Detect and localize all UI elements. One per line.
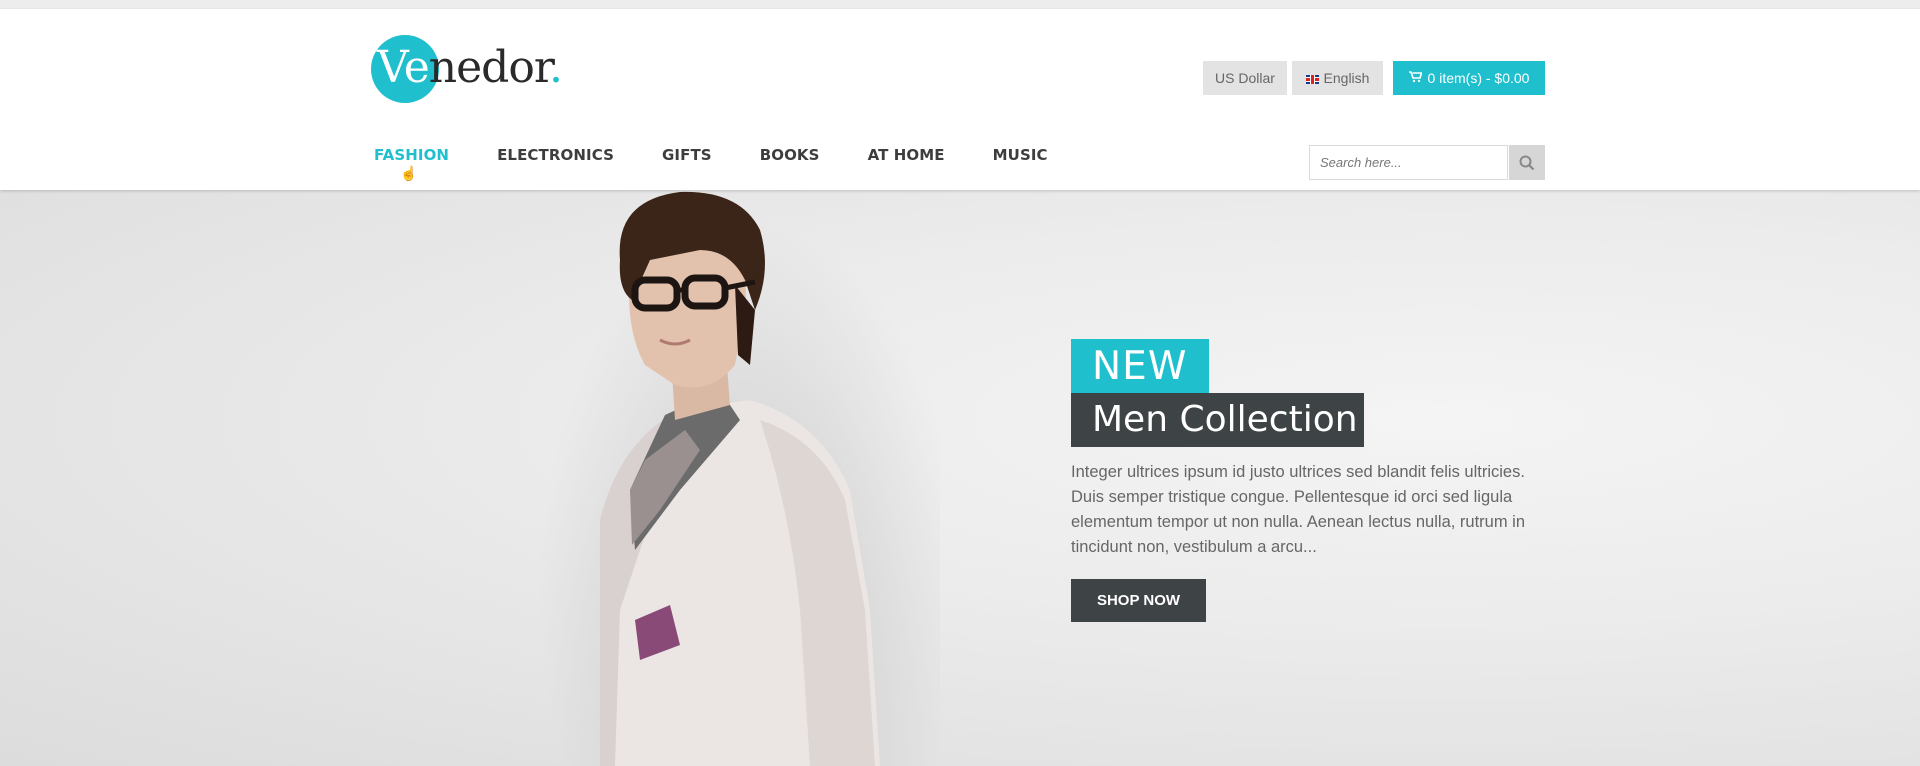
main-nav: FASHION ELECTRONICS GIFTS BOOKS AT HOME … xyxy=(374,143,1096,167)
currency-selector[interactable]: US Dollar xyxy=(1203,61,1287,95)
hero-description: Integer ultrices ipsum id justo ultrices… xyxy=(1071,463,1526,556)
top-strip xyxy=(0,0,1920,9)
hero-banner: NEW Men Collection Integer ultrices ipsu… xyxy=(0,190,1920,766)
logo-lead: Ve xyxy=(377,42,430,93)
shop-now-button[interactable]: SHOP NOW xyxy=(1071,579,1206,622)
nav-item-fashion[interactable]: FASHION xyxy=(374,143,449,167)
nav-item-books[interactable]: BOOKS xyxy=(760,143,820,167)
search-icon xyxy=(1519,155,1535,171)
hero-title: Men Collection xyxy=(1071,393,1364,447)
nav-item-gifts[interactable]: GIFTS xyxy=(662,143,712,167)
logo[interactable]: Venedor. xyxy=(371,35,591,105)
search-button[interactable] xyxy=(1509,145,1545,180)
uk-flag-icon xyxy=(1305,75,1319,84)
cart-label: 0 item(s) - $0.00 xyxy=(1427,70,1530,86)
language-selector[interactable]: English xyxy=(1292,61,1383,95)
cart-icon xyxy=(1408,62,1423,96)
badge-new: NEW xyxy=(1071,339,1209,394)
language-label: English xyxy=(1323,70,1370,86)
nav-item-music[interactable]: MUSIC xyxy=(993,143,1048,167)
nav-item-electronics[interactable]: ELECTRONICS xyxy=(497,143,614,167)
logo-text: Venedor. xyxy=(377,42,563,93)
logo-dot: . xyxy=(549,42,563,93)
logo-rest: nedor xyxy=(428,42,550,93)
cart-button[interactable]: 0 item(s) - $0.00 xyxy=(1393,61,1545,95)
model-photo xyxy=(600,191,880,766)
site-header: Venedor. US Dollar English 0 item(s) - $… xyxy=(0,9,1920,190)
hand-cursor-icon: ☝ xyxy=(400,165,418,181)
search-input[interactable] xyxy=(1309,145,1508,180)
nav-item-at-home[interactable]: AT HOME xyxy=(868,143,945,167)
